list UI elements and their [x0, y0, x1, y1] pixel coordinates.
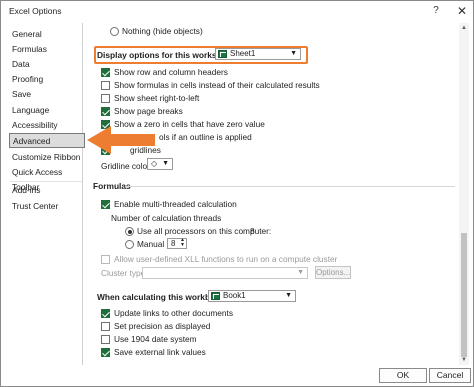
- scroll-up-icon[interactable]: ▲: [460, 24, 468, 32]
- workbook-select-value: Book1: [223, 291, 246, 300]
- sidebar-item-customize-ribbon[interactable]: Customize Ribbon: [6, 150, 82, 165]
- chevron-down-icon: ▼: [162, 160, 169, 167]
- cluster-type-select[interactable]: ▼: [142, 267, 308, 279]
- sidebar-item-trust-center[interactable]: Trust Center: [6, 199, 82, 214]
- update-links-label: Update links to other documents: [114, 308, 233, 318]
- xll-cluster-checkbox[interactable]: [101, 255, 110, 264]
- pointer-arrow-icon: [87, 126, 155, 154]
- date-1904-label: Use 1904 date system: [114, 334, 197, 344]
- sidebar-item-save[interactable]: Save: [6, 87, 82, 102]
- page-breaks-label: Show page breaks: [114, 106, 183, 116]
- manual-radio[interactable]: [125, 240, 134, 249]
- sidebar-item-data[interactable]: Data: [6, 57, 82, 72]
- all-processors-count: 8: [250, 226, 255, 236]
- sidebar-item-advanced[interactable]: Advanced: [9, 133, 85, 148]
- save-links-checkbox[interactable]: [101, 348, 110, 357]
- options-sidebar: General Formulas Data Proofing Save Lang…: [6, 23, 85, 365]
- window-title: Excel Options: [9, 6, 62, 16]
- manual-label: Manual: [137, 239, 165, 249]
- scrollbar-thumb[interactable]: [461, 233, 467, 357]
- manual-threads-input[interactable]: 8 ▲ ▼: [167, 238, 187, 249]
- nothing-radio[interactable]: [110, 27, 119, 36]
- workbook-select[interactable]: Book1 ▼: [208, 290, 296, 302]
- date-1904-checkbox[interactable]: [101, 335, 110, 344]
- precision-checkbox[interactable]: [101, 322, 110, 331]
- right-to-left-label: Show sheet right-to-left: [114, 93, 200, 103]
- sidebar-item-accessibility[interactable]: Accessibility: [6, 118, 82, 133]
- title-bar: Excel Options ? ✕: [1, 1, 473, 21]
- chevron-down-icon: ▼: [297, 269, 304, 276]
- precision-label: Set precision as displayed: [114, 321, 211, 331]
- worksheet-highlight-box: [94, 46, 308, 64]
- help-icon[interactable]: ?: [427, 3, 445, 19]
- multithread-label: Enable multi-threaded calculation: [114, 199, 237, 209]
- workbook-icon: [211, 292, 220, 300]
- vertical-scrollbar[interactable]: ▲ ▼: [459, 23, 469, 365]
- sidebar-item-formulas[interactable]: Formulas: [6, 42, 82, 57]
- sidebar-item-proofing[interactable]: Proofing: [6, 72, 82, 87]
- sidebar-item-general[interactable]: General: [6, 27, 82, 42]
- spin-arrows-icon[interactable]: ▲ ▼: [180, 238, 185, 248]
- sidebar-divider: [10, 181, 82, 182]
- excel-options-dialog: Excel Options ? ✕ General Formulas Data …: [0, 0, 474, 387]
- paint-bucket-icon: ◇: [151, 159, 158, 168]
- cancel-button[interactable]: Cancel: [429, 368, 471, 383]
- section-divider: [125, 186, 455, 187]
- ok-button[interactable]: OK: [379, 368, 427, 383]
- sidebar-item-language[interactable]: Language: [6, 103, 82, 118]
- dialog-footer: OK Cancel: [1, 366, 473, 387]
- gridline-color-picker[interactable]: ◇ ▼: [147, 158, 173, 170]
- sidebar-item-add-ins[interactable]: Add-ins: [6, 183, 82, 198]
- cluster-options-button[interactable]: Options...: [315, 266, 351, 279]
- scroll-down-icon[interactable]: ▼: [460, 356, 468, 364]
- threads-label: Number of calculation threads: [111, 213, 222, 223]
- gridline-color-label: Gridline color: [101, 161, 150, 171]
- close-icon[interactable]: ✕: [453, 3, 471, 19]
- show-headers-label: Show row and column headers: [114, 67, 228, 77]
- page-breaks-checkbox[interactable]: [101, 107, 110, 116]
- show-formulas-checkbox[interactable]: [101, 81, 110, 90]
- sidebar-item-quick-access-toolbar[interactable]: Quick Access Toolbar: [6, 165, 82, 192]
- show-headers-checkbox[interactable]: [101, 68, 110, 77]
- save-links-label: Save external link values: [114, 347, 206, 357]
- show-formulas-label: Show formulas in cells instead of their …: [114, 80, 320, 90]
- all-processors-radio[interactable]: [125, 227, 134, 236]
- advanced-options-panel: Nothing (hide objects) Display options f…: [87, 23, 459, 365]
- outline-symbols-label: ols if an outline is applied: [159, 132, 252, 142]
- nothing-label: Nothing (hide objects): [122, 26, 203, 36]
- xll-cluster-label: Allow user-defined XLL functions to run …: [114, 254, 338, 264]
- manual-threads-value: 8: [171, 239, 176, 248]
- update-links-checkbox[interactable]: [101, 309, 110, 318]
- chevron-down-icon: ▼: [285, 292, 292, 299]
- right-to-left-checkbox[interactable]: [101, 94, 110, 103]
- cluster-type-label: Cluster type:: [101, 268, 148, 278]
- multithread-checkbox[interactable]: [101, 200, 110, 209]
